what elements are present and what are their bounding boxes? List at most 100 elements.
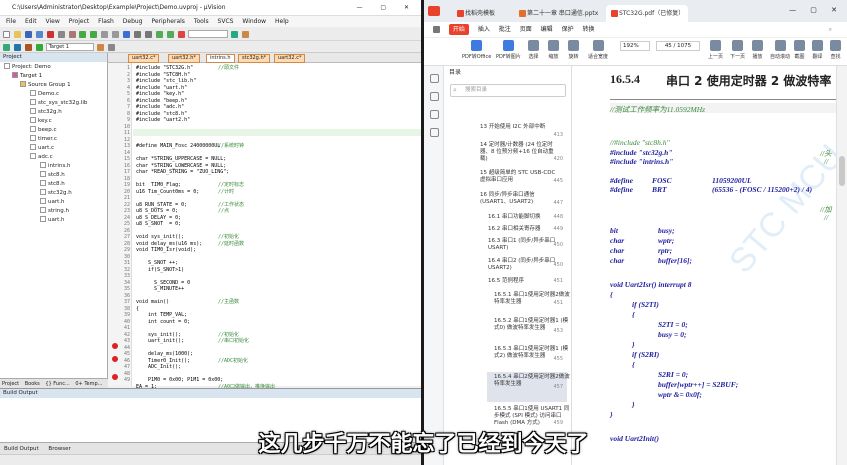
breakpoint-icon[interactable] <box>112 374 118 380</box>
menu-insert[interactable]: 插入 <box>478 26 490 33</box>
menu-view[interactable]: View <box>46 18 60 25</box>
cut-icon[interactable] <box>46 30 54 38</box>
menu-convert[interactable]: 转换 <box>583 26 595 33</box>
indent-icon[interactable] <box>134 30 142 38</box>
toc-item[interactable]: 13 开始使用 I2C 外部中断 <box>480 124 558 131</box>
menu-page[interactable]: 页面 <box>520 26 532 33</box>
tree-file[interactable]: adc.c <box>30 153 53 161</box>
file-tab[interactable]: stc32g.h* <box>238 54 271 63</box>
tree-file[interactable]: stc_sys_stc32g.lib <box>30 99 87 107</box>
tree-header[interactable]: uart.h <box>40 198 65 206</box>
tab-books[interactable]: Books <box>25 381 40 387</box>
menu-peripherals[interactable]: Peripherals <box>151 18 184 25</box>
menu-flash[interactable]: Flash <box>98 18 114 25</box>
debug-icon[interactable] <box>230 30 238 38</box>
select-button[interactable]: 选择 <box>528 40 539 60</box>
tree-file[interactable]: uart.c <box>30 144 54 152</box>
nav-back-icon[interactable] <box>101 30 109 38</box>
wps-window-controls[interactable]: — ▢ ✕ <box>789 6 843 14</box>
bookmark-icon[interactable] <box>123 30 131 38</box>
rebuild-icon[interactable] <box>24 43 32 51</box>
tree-file[interactable]: stc32g.h <box>30 108 62 116</box>
menu-protect[interactable]: 保护 <box>562 26 574 33</box>
play-button[interactable]: 播放 <box>752 40 763 60</box>
page-input[interactable]: 45 / 1075 <box>656 41 700 51</box>
nav-forward-icon[interactable] <box>112 30 120 38</box>
tab-pdf-active[interactable]: STC32G.pdf（已修复） <box>606 5 688 22</box>
manage-icon[interactable] <box>107 43 115 51</box>
uncomment-icon[interactable] <box>166 30 174 38</box>
prev-page-button[interactable]: 上一页 <box>708 40 723 60</box>
find-button[interactable]: 查找 <box>830 40 841 60</box>
target-options-icon[interactable] <box>96 43 104 51</box>
fit-width-button[interactable]: 适合宽度 <box>588 40 608 60</box>
toc-item[interactable]: 14 定时器/计数器 (24 位定时器、8 位预分频+16 位自动重载) <box>480 142 558 163</box>
find-icon[interactable] <box>177 30 185 38</box>
rotate-button[interactable]: 旋转 <box>568 40 579 60</box>
pdf-document[interactable]: 16.5.4 串口 2 使用定时器 2 做波特率 //测试工作频率为11.059… <box>572 66 836 465</box>
file-tab[interactable]: intrins.h <box>206 54 235 63</box>
menu-edit[interactable]: 编辑 <box>541 26 553 33</box>
code-editor[interactable]: 1 #include "STC32G.h"//頭文件 2 #include "STC8… <box>108 63 421 390</box>
build-icon[interactable] <box>13 43 21 51</box>
menu-annotate[interactable]: 批注 <box>499 26 511 33</box>
toc-item[interactable]: 15 超级简单的 STC USB-CDC 虚拟串口应用 <box>480 170 558 184</box>
tree-file[interactable]: Demo.c <box>30 90 59 98</box>
menu-start[interactable]: 开始 <box>448 24 469 35</box>
thumbnail-panel-icon[interactable] <box>430 92 439 101</box>
tab-templates[interactable]: 0+ Temp... <box>75 381 102 387</box>
comment-icon[interactable] <box>155 30 163 38</box>
save-all-icon[interactable] <box>35 30 43 38</box>
tree-file[interactable]: key.c <box>30 117 52 125</box>
tree-header[interactable]: intrins.h <box>40 162 71 170</box>
zoom-button[interactable]: 缩放 <box>548 40 559 60</box>
breakpoint-icon[interactable] <box>112 343 118 349</box>
translate-button[interactable]: 翻译 <box>812 40 823 60</box>
tab-functions[interactable]: {} Func... <box>45 381 69 387</box>
scroll-thumb[interactable] <box>839 156 845 186</box>
tree-file[interactable]: timer.c <box>30 135 57 143</box>
menu-svcs[interactable]: SVCS <box>218 18 234 25</box>
compile-icon[interactable] <box>3 43 10 51</box>
tree-header[interactable]: stc32g.h <box>40 189 72 197</box>
auto-scroll-button[interactable]: 自动滚动 <box>770 40 790 60</box>
next-page-button[interactable]: 下一页 <box>730 40 745 60</box>
open-folder-icon[interactable] <box>13 30 21 38</box>
search-panel-icon[interactable] <box>430 128 439 137</box>
save-icon[interactable] <box>24 30 32 38</box>
menu-project[interactable]: Project <box>69 18 90 25</box>
toc-item[interactable]: 16 同步/异步串口通信 (USART1、USART2) <box>480 192 558 206</box>
new-file-icon[interactable] <box>3 30 10 38</box>
tree-target[interactable]: Target 1 <box>12 72 42 80</box>
target-select[interactable]: Target 1 <box>45 43 94 51</box>
tab-templates[interactable]: 找稻壳模板 <box>452 5 510 22</box>
menu-window[interactable]: Window <box>242 18 266 25</box>
tree-file[interactable]: beep.c <box>30 126 57 134</box>
menu-debug[interactable]: Debug <box>123 18 143 25</box>
tree-header[interactable]: stc8.h <box>40 171 65 179</box>
tree-project[interactable]: Project: Demo <box>4 63 51 71</box>
find-combo[interactable] <box>187 30 228 38</box>
download-icon[interactable] <box>35 43 43 51</box>
undo-icon[interactable] <box>79 30 87 38</box>
tree-header[interactable]: uart.h <box>40 216 65 224</box>
tab-pptx[interactable]: 第二十一章 串口通信.pptx <box>514 5 602 22</box>
tree-source-group[interactable]: Source Group 1 <box>20 81 71 89</box>
redo-icon[interactable] <box>90 30 98 38</box>
search-icon[interactable]: ⌕ <box>829 22 832 37</box>
menu-icon[interactable] <box>433 26 440 33</box>
outdent-icon[interactable] <box>144 30 152 38</box>
zoom-input[interactable]: 192% <box>620 41 650 51</box>
tree-header[interactable]: string.h <box>40 207 69 215</box>
annotation-panel-icon[interactable] <box>430 110 439 119</box>
screenshot-button[interactable]: 截图 <box>794 40 805 60</box>
menu-edit[interactable]: Edit <box>25 18 37 25</box>
breakpoint-icon[interactable] <box>112 356 118 362</box>
menu-file[interactable]: File <box>6 18 16 25</box>
file-tab-active[interactable]: uart32.c* <box>274 54 306 63</box>
copy-icon[interactable] <box>57 30 65 38</box>
menu-tools[interactable]: Tools <box>194 18 209 25</box>
settings-icon[interactable] <box>241 30 249 38</box>
tree-header[interactable]: stc8.h <box>40 180 65 188</box>
toc-search-input[interactable]: 搜索目录 <box>450 84 566 97</box>
